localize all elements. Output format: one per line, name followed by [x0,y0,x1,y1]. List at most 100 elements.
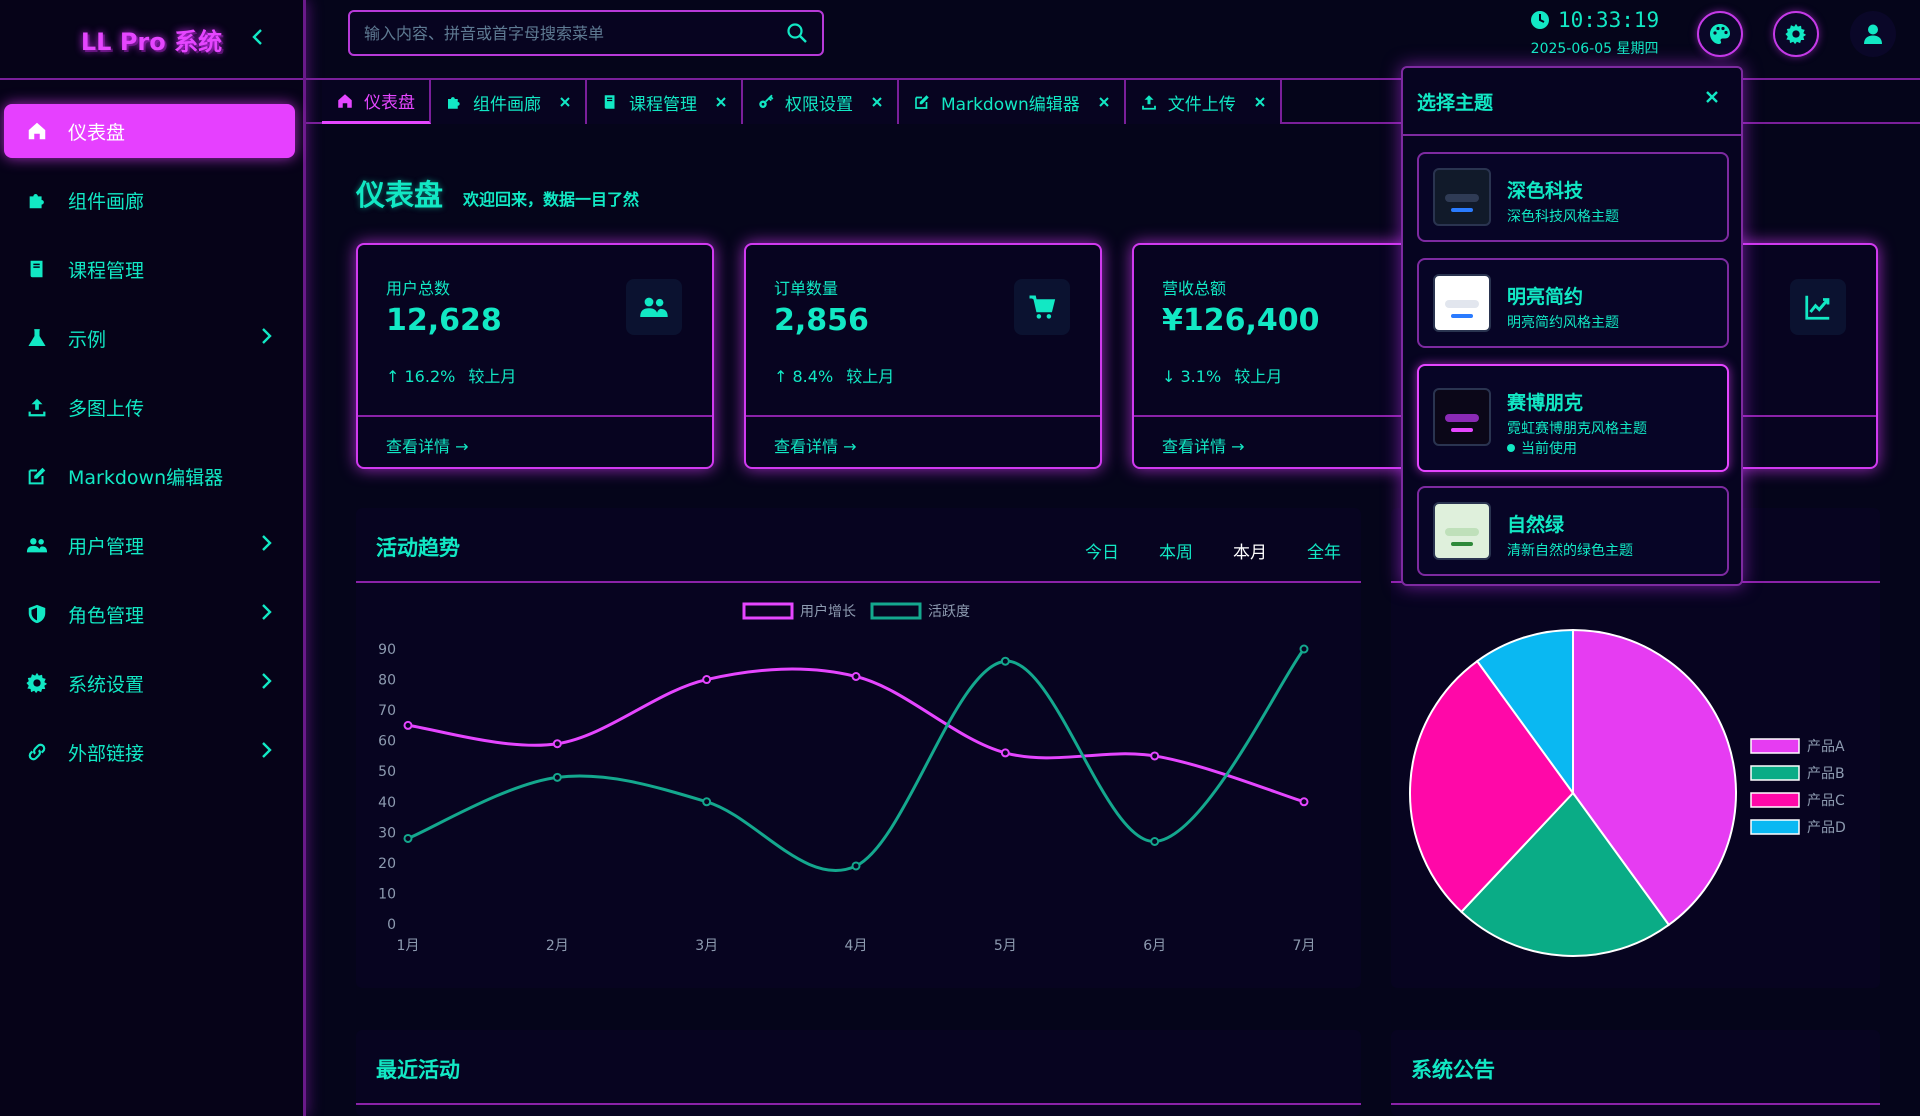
y-tick-label: 40 [378,795,396,811]
theme-option[interactable]: 明亮简约 明亮简约风格主题 [1417,258,1729,348]
data-point [1150,751,1160,761]
theme-option[interactable]: 赛博朋克 霓虹赛博朋克风格主题 当前使用 [1417,364,1729,472]
data-point [851,672,861,681]
legend-label: 活跃度 [928,604,970,620]
view-details-label: 查看详情 [1162,437,1227,456]
view-details-link[interactable]: 查看详情 → [774,433,857,457]
sidebar-item[interactable]: 课程管理 [4,242,295,296]
collapse-sidebar-button[interactable] [243,22,273,52]
stat-change-value: 8.4% [792,367,834,386]
sidebar-item-label: 用户管理 [68,535,145,558]
range-tab[interactable]: 本周 [1159,538,1193,563]
menu-search-input[interactable] [364,23,786,43]
search-icon[interactable] [786,22,808,44]
settings-button[interactable] [1773,11,1819,57]
theme-description: 清新自然的绿色主题 [1507,543,1633,559]
shield-icon [28,604,46,624]
chevron-right-icon [261,740,273,765]
range-tab[interactable]: 全年 [1307,538,1341,563]
home-icon [28,122,46,140]
legend-label: 产品B [1807,766,1845,782]
sidebar-item[interactable]: Markdown编辑器 [4,449,295,503]
range-tab[interactable]: 今日 [1085,538,1119,563]
chevron-right-icon [261,533,273,558]
stat-label: 订单数量 [774,279,839,298]
tab-item[interactable]: 组件画廊 [431,80,587,124]
link-icon [24,739,50,765]
home-icon [24,118,50,144]
sidebar-item-label: 角色管理 [68,604,145,627]
close-theme-popup-button[interactable] [1699,84,1725,110]
theme-name: 自然绿 [1507,514,1565,536]
date-value: 2025-06-05 星期四 [1530,41,1659,57]
link-icon [28,743,46,761]
y-tick-label: 30 [378,825,396,841]
tab-item[interactable]: 课程管理 [587,80,743,124]
stat-change-value: 3.1% [1180,367,1222,386]
theme-name: 赛博朋克 [1507,392,1584,414]
sidebar-item[interactable]: 示例 [4,311,295,365]
tab-item[interactable]: Markdown编辑器 [899,80,1126,124]
stat-change: ↑ 16.2% 较上月 [386,363,516,387]
legend-swatch [742,602,794,620]
notice-title: 系统公告 [1411,1058,1495,1082]
data-point [1000,748,1010,758]
users-icon [640,297,668,317]
sidebar-item[interactable]: 组件画廊 [4,173,295,227]
palette-icon [1710,24,1730,44]
arrow-right-icon: → [843,437,857,456]
theme-thumbnail [1433,168,1491,226]
range-tab[interactable]: 本月 [1233,538,1267,563]
sidebar-item[interactable]: 仪表盘 [4,104,295,158]
tab-item[interactable]: 文件上传 [1125,80,1282,124]
legend-swatch [1750,765,1800,781]
sidebar-item[interactable]: 外部链接 [4,725,295,779]
tab-label: 文件上传 [1167,94,1236,115]
gear-icon [1785,23,1807,45]
sidebar-item[interactable]: 系统设置 [4,656,295,710]
data-point [552,739,562,749]
clock: 10:33:19 2025-06-05 星期四 [1530,8,1659,58]
theme-button[interactable] [1697,11,1743,57]
upload-icon [1141,95,1156,110]
book-icon [24,256,50,282]
stat-value: ¥126,400 [1162,303,1320,338]
view-details-link[interactable]: 查看详情 → [1162,433,1245,457]
y-tick-label: 80 [378,673,396,689]
sidebar-item[interactable]: 角色管理 [4,587,295,641]
sidebar-item-label: 课程管理 [68,259,145,282]
view-details-link[interactable]: 查看详情 → [386,433,469,457]
theme-option[interactable]: 深色科技 深色科技风格主题 [1417,152,1729,242]
tab-item[interactable]: 仪表盘 [322,80,431,124]
sidebar-menu: 仪表盘组件画廊课程管理示例多图上传 Markdown编辑器用户管理角色管理系统设置… [0,80,303,779]
tab-close-icon[interactable] [559,93,571,112]
y-tick-label: 0 [387,917,396,933]
close-icon [1706,91,1718,103]
recent-activity-panel: 最近活动 [356,1030,1361,1116]
tab-item[interactable]: 权限设置 [743,80,899,124]
stat-label: 用户总数 [386,279,451,298]
home-icon [338,93,352,108]
data-point [1299,797,1309,807]
key-icon [759,94,774,108]
data-point [702,797,712,807]
chevron-right-icon [261,326,273,351]
tab-label: 组件画廊 [473,94,541,115]
data-point [1150,837,1160,846]
tab-close-icon[interactable] [871,93,883,112]
tab-close-icon[interactable] [1098,93,1110,112]
menu-search-box[interactable] [348,10,824,56]
data-point [552,772,562,782]
sidebar-item[interactable]: 多图上传 [4,380,295,434]
y-tick-label: 70 [378,703,396,719]
user-avatar-button[interactable] [1850,11,1896,57]
sidebar-item[interactable]: 用户管理 [4,518,295,572]
theme-option[interactable]: 自然绿 清新自然的绿色主题 [1417,486,1729,576]
theme-description: 深色科技风格主题 [1507,209,1619,225]
panel-divider [1391,1103,1880,1105]
tab-close-icon[interactable] [1254,93,1266,112]
tab-close-icon[interactable] [715,93,727,112]
sidebar-item-label: 外部链接 [68,742,145,765]
theme-thumbnail [1433,388,1491,446]
legend-label: 产品A [1807,739,1845,755]
